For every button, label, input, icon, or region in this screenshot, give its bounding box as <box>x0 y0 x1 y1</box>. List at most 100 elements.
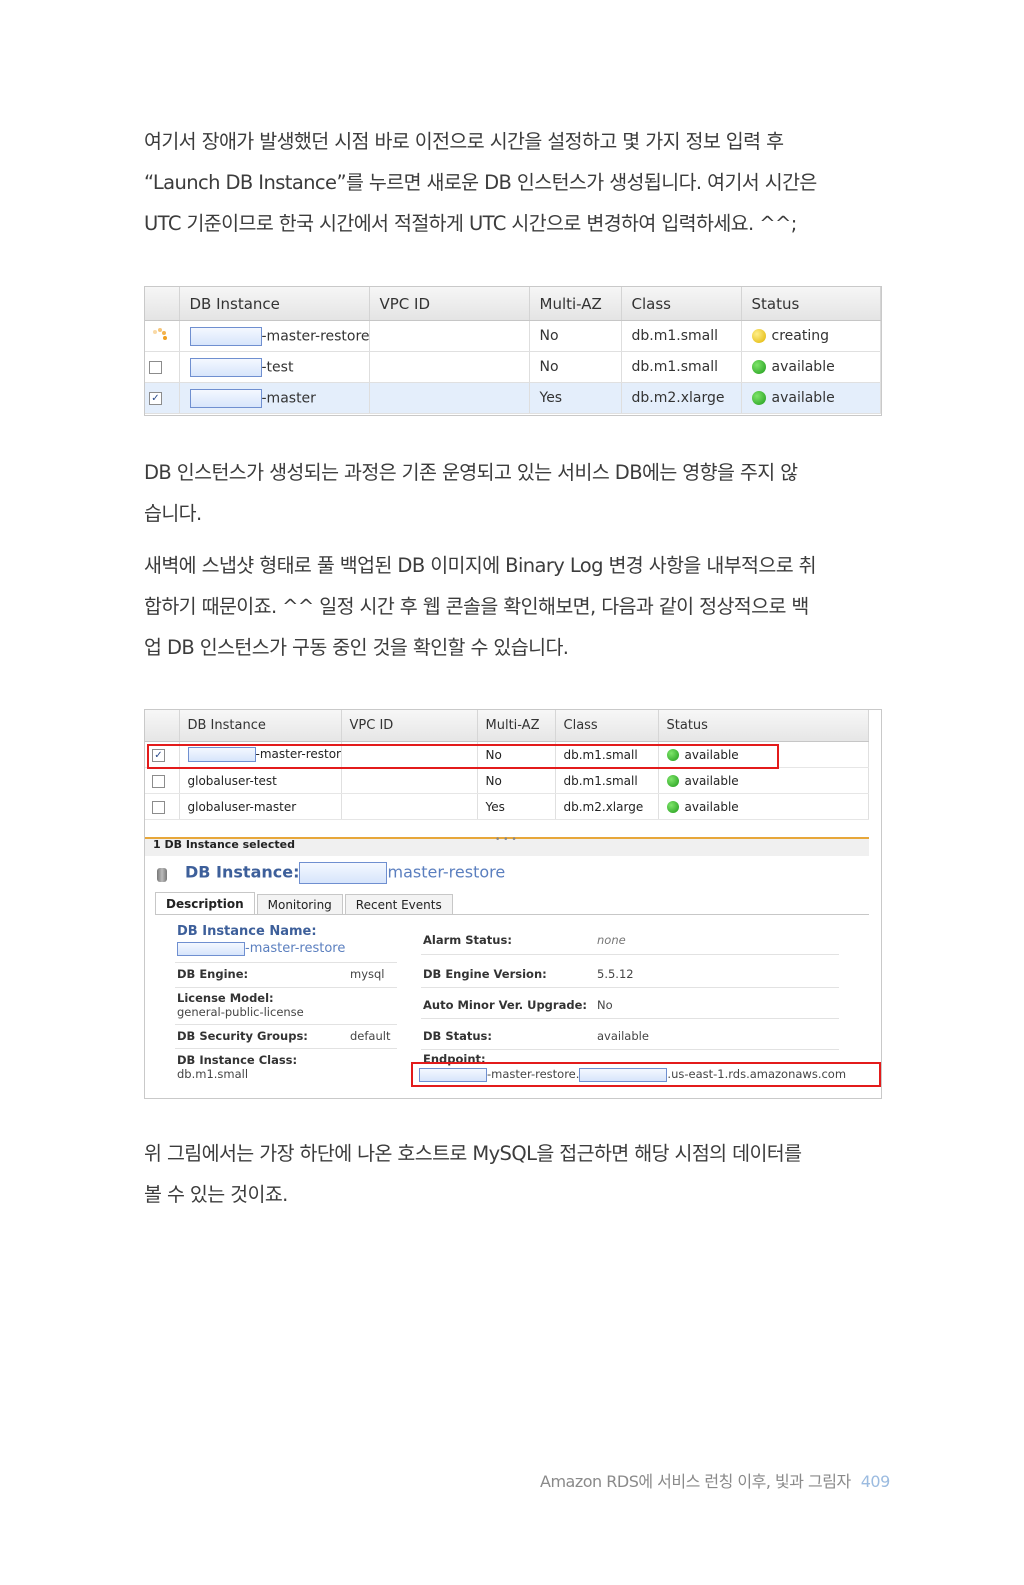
paragraph-conclusion: 위 그림에서는 가장 하단에 나온 호스트로 MySQL을 접근하면 해당 시점… <box>144 1133 884 1215</box>
status-creating-icon <box>751 329 766 343</box>
tab-description[interactable]: Description <box>155 892 255 915</box>
page-footer: Amazon RDS에 서비스 런칭 이후, 빛과 그림자 409 <box>540 1468 890 1492</box>
db-instance-table: DB Instance VPC ID Multi-AZ Class Status… <box>145 287 881 414</box>
redacted-name <box>177 941 245 956</box>
instance-name: globaluser-master <box>179 793 342 820</box>
paragraph-binary-log: 새벽에 스냅샷 형태로 풀 백업된 DB 이미지에 Binary Log 변경 … <box>144 545 884 668</box>
text-line: 볼 수 있는 것이죠. <box>144 1183 288 1206</box>
redacted-name <box>189 326 262 346</box>
status-cell: creating <box>771 328 829 344</box>
divider <box>175 1024 397 1025</box>
status-cell: available <box>684 799 739 814</box>
column-header-status[interactable]: Status <box>741 287 881 321</box>
database-icon <box>157 868 167 882</box>
text-line: 업 DB 인스턴스가 구동 중인 것을 확인할 수 있습니다. <box>144 636 569 659</box>
redacted-name <box>189 357 262 377</box>
text-line: DB 인스턴스가 생성되는 과정은 기존 운영되고 있는 서비스 DB에는 영향… <box>144 461 798 484</box>
alarm-status-value: none <box>597 933 626 947</box>
status-available-icon <box>751 391 766 405</box>
column-header-class[interactable]: Class <box>621 287 742 321</box>
text-line: 새벽에 스냅샷 형태로 풀 백업된 DB 이미지에 Binary Log 변경 … <box>144 554 817 577</box>
column-header-vpc-id[interactable]: VPC ID <box>341 710 478 742</box>
detail-title-label: DB Instance: <box>185 862 300 882</box>
redacted-name <box>299 862 388 884</box>
splitter-grip-icon[interactable]: • • • <box>495 835 517 845</box>
detail-title: DB Instance: master-restore <box>185 862 505 884</box>
auto-minor-upgrade-value: No <box>597 998 613 1012</box>
tab-divider <box>155 914 869 915</box>
spinner-icon <box>145 320 180 352</box>
instance-name-text: -master-restore <box>245 941 346 956</box>
row-checkbox-checked[interactable]: ✓ <box>149 391 162 405</box>
multi-az-cell: No <box>529 320 622 352</box>
divider <box>421 1018 839 1019</box>
divider <box>421 954 839 955</box>
table-row[interactable]: globaluser-test No db.m1.small available <box>145 767 869 794</box>
instance-name: -test <box>261 359 294 375</box>
running-title: Amazon RDS에 서비스 런칭 이후, 빛과 그림자 <box>540 1472 851 1491</box>
tab-recent-events[interactable]: Recent Events <box>344 894 453 915</box>
db-status-value: available <box>597 1029 649 1043</box>
detail-title-suffix: master-restore <box>387 862 506 882</box>
security-groups-value: default <box>350 1029 391 1043</box>
detail-tabs: Description Monitoring Recent Events <box>155 892 455 915</box>
status-cell: available <box>771 359 835 375</box>
table-row[interactable]: -master-restore No db.m1.small creating <box>145 320 881 352</box>
column-header-multi-az[interactable]: Multi-AZ <box>529 287 622 321</box>
multi-az-cell: Yes <box>477 793 556 820</box>
column-header-checkbox <box>145 287 180 321</box>
instance-name-value: -master-restore <box>177 941 345 956</box>
table-row[interactable]: globaluser-master Yes db.m2.xlarge avail… <box>145 793 869 820</box>
engine-version-value: 5.5.12 <box>597 967 634 981</box>
engine-version-label: DB Engine Version: <box>423 967 547 981</box>
column-header-db-instance[interactable]: DB Instance <box>179 287 370 321</box>
divider <box>421 1049 839 1050</box>
column-header-checkbox <box>145 710 180 742</box>
text-line: “Launch DB Instance”를 누르면 새로운 DB 인스턴스가 생… <box>144 171 817 194</box>
selection-count: 1 DB Instance selected <box>153 838 295 851</box>
multi-az-cell: Yes <box>529 382 622 414</box>
instance-name: -master <box>261 390 316 406</box>
instance-class-value: db.m1.small <box>177 1067 249 1081</box>
row-checkbox[interactable] <box>152 774 165 788</box>
tab-monitoring[interactable]: Monitoring <box>256 894 343 915</box>
table-row[interactable]: -test No db.m1.small available <box>145 351 881 383</box>
highlight-box-restored-row <box>147 744 779 769</box>
vpc-id-cell <box>369 320 530 352</box>
text-line: 습니다. <box>144 502 202 525</box>
column-header-db-instance[interactable]: DB Instance <box>179 710 342 742</box>
engine-value: mysql <box>350 967 385 981</box>
column-header-vpc-id[interactable]: VPC ID <box>369 287 530 321</box>
status-available-icon <box>666 775 679 787</box>
column-header-multi-az[interactable]: Multi-AZ <box>477 710 556 742</box>
divider <box>175 987 397 988</box>
page-number: 409 <box>860 1472 891 1491</box>
paragraph-intro: 여기서 장애가 발생했던 시점 바로 이전으로 시간을 설정하고 몇 가지 정보… <box>144 121 884 244</box>
class-cell: db.m1.small <box>555 767 659 794</box>
license-label: License Model: <box>177 991 274 1005</box>
column-header-status[interactable]: Status <box>658 710 869 742</box>
divider <box>175 1048 397 1049</box>
column-header-class[interactable]: Class <box>555 710 659 742</box>
license-value: general-public-license <box>177 1005 304 1019</box>
table-row-selected[interactable]: ✓ -master Yes db.m2.xlarge available <box>145 382 881 414</box>
row-checkbox[interactable] <box>152 800 165 814</box>
paragraph-creation-note: DB 인스턴스가 생성되는 과정은 기존 운영되고 있는 서비스 DB에는 영향… <box>144 452 884 534</box>
vpc-id-cell <box>341 767 478 794</box>
instance-name-label: DB Instance Name: <box>177 924 317 939</box>
multi-az-cell: No <box>529 351 622 383</box>
vpc-id-cell <box>341 793 478 820</box>
engine-label: DB Engine: <box>177 967 249 981</box>
row-checkbox[interactable] <box>149 360 162 374</box>
db-status-label: DB Status: <box>423 1029 492 1043</box>
instance-name: -master-restore <box>261 328 369 344</box>
vpc-id-cell <box>369 382 530 414</box>
screenshot-instance-list-creating: DB Instance VPC ID Multi-AZ Class Status… <box>144 286 882 416</box>
security-groups-label: DB Security Groups: <box>177 1029 308 1043</box>
status-cell: available <box>684 773 739 788</box>
status-available-icon <box>666 801 679 813</box>
vpc-id-cell <box>369 351 530 383</box>
alarm-status-label: Alarm Status: <box>423 933 512 947</box>
divider <box>175 962 397 963</box>
instance-class-label: DB Instance Class: <box>177 1053 298 1067</box>
